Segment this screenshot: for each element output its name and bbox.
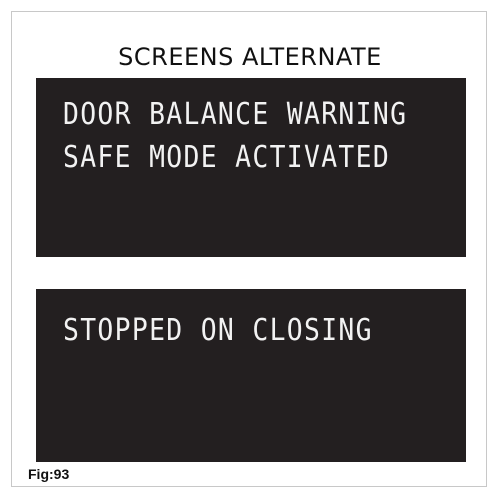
figure-label: Fig:93 [28,466,70,482]
screen-2-line-1: STOPPED ON CLOSING [63,313,373,348]
screen-1-line-1: DOOR BALANCE WARNING [63,97,408,132]
screen-1-line-2: SAFE MODE ACTIVATED [63,140,391,175]
figure-heading: SCREENS ALTERNATE [118,43,382,71]
display-screen-1: DOOR BALANCE WARNING SAFE MODE ACTIVATED [36,78,466,257]
display-screen-2: STOPPED ON CLOSING [36,289,466,462]
